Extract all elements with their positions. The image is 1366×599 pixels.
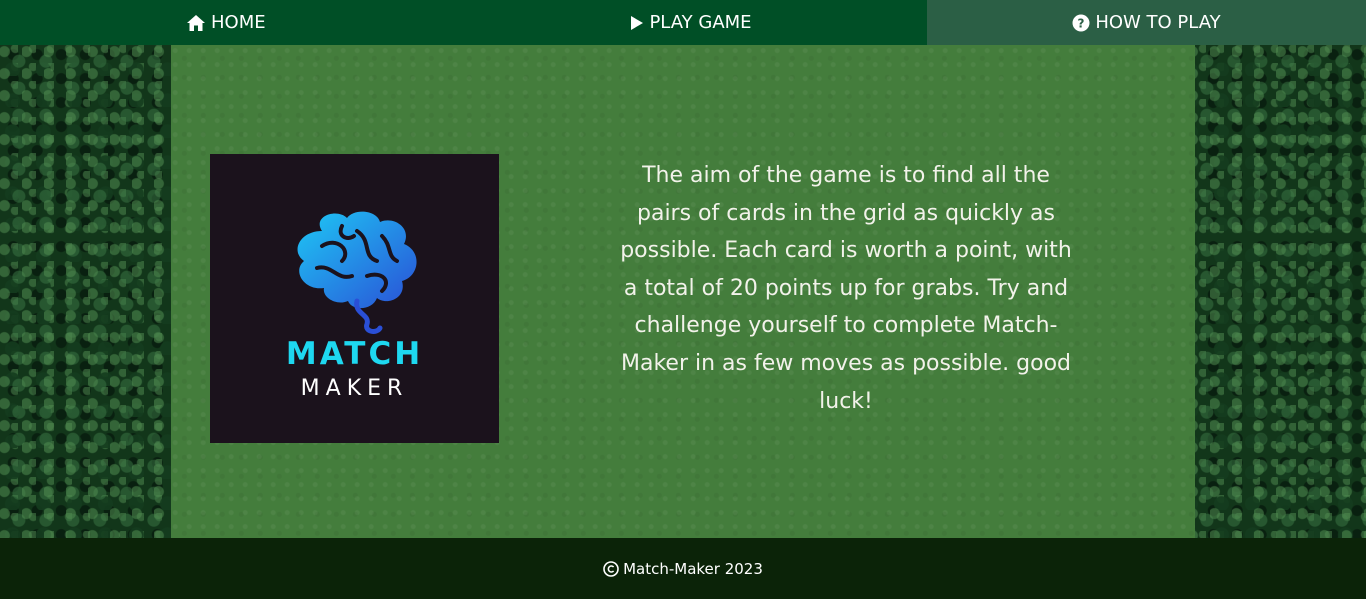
brain-icon bbox=[297, 211, 417, 334]
svg-text:?: ? bbox=[1078, 16, 1085, 30]
logo-subtitle: MAKER bbox=[300, 376, 409, 401]
game-description: The aim of the game is to find all the p… bbox=[620, 163, 1072, 414]
footer-text: Match-Maker 2023 bbox=[623, 559, 763, 578]
play-icon bbox=[630, 15, 644, 31]
how-to-play-panel: MATCH MAKER The aim of the game is to fi… bbox=[171, 45, 1195, 538]
copyright-icon bbox=[603, 560, 619, 577]
logo-title: MATCH bbox=[285, 336, 424, 372]
match-maker-logo: MATCH MAKER bbox=[210, 154, 499, 443]
nav-play-game-label: PLAY GAME bbox=[649, 12, 752, 33]
nav-how-to-play-label: HOW TO PLAY bbox=[1095, 12, 1221, 33]
top-navbar: HOME PLAY GAME ? HOW TO PLAY bbox=[0, 0, 1366, 45]
footer: Match-Maker 2023 bbox=[0, 538, 1366, 599]
nav-home-link[interactable]: HOME bbox=[0, 0, 455, 45]
nav-how-to-play-link[interactable]: ? HOW TO PLAY bbox=[927, 0, 1366, 45]
nav-play-game-link[interactable]: PLAY GAME bbox=[455, 0, 927, 45]
nav-home-label: HOME bbox=[211, 12, 266, 33]
question-circle-icon: ? bbox=[1072, 14, 1090, 32]
home-icon bbox=[186, 14, 206, 32]
